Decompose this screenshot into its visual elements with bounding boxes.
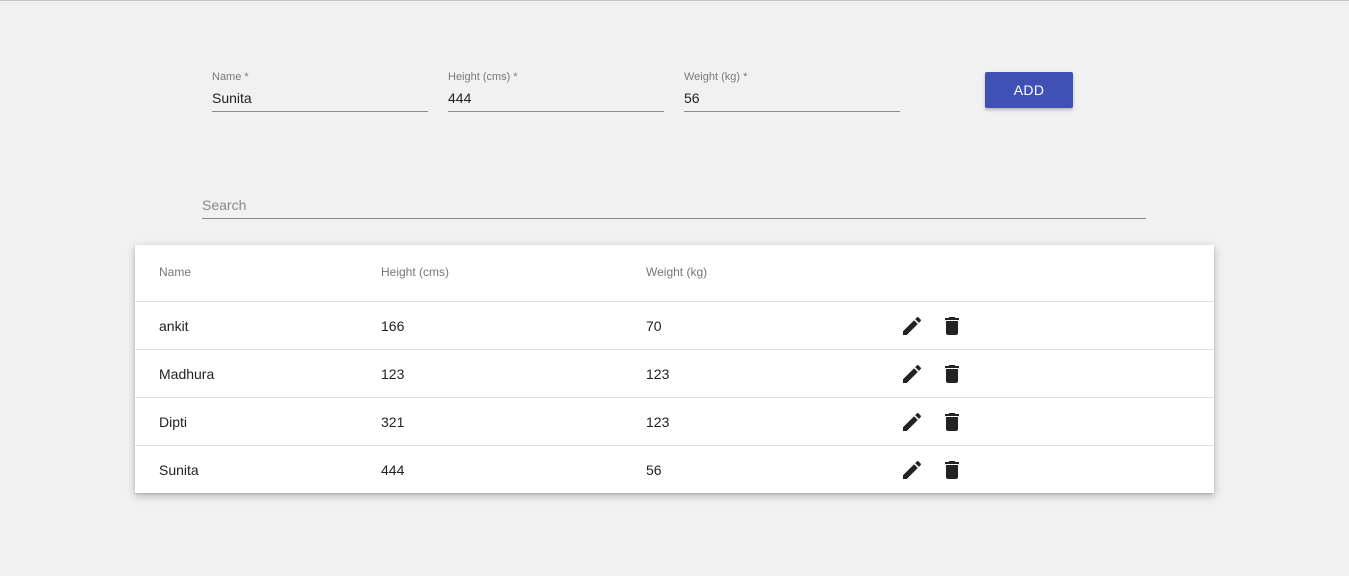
weight-field-label: Weight (kg) * xyxy=(684,71,748,83)
table-row: Madhura 123 123 xyxy=(135,349,1214,397)
cell-name: Dipti xyxy=(159,414,188,430)
cell-name: Sunita xyxy=(159,462,199,478)
height-field-label: Height (cms) * xyxy=(448,71,518,83)
height-field: Height (cms) * xyxy=(448,71,664,112)
edit-icon[interactable] xyxy=(900,410,924,434)
edit-icon[interactable] xyxy=(900,314,924,338)
name-input[interactable] xyxy=(212,89,428,107)
cell-height: 166 xyxy=(381,318,405,334)
cell-height: 321 xyxy=(381,414,405,430)
cell-weight: 123 xyxy=(646,366,670,382)
header-name: Name xyxy=(159,265,192,279)
cell-weight: 123 xyxy=(646,414,670,430)
table-row: Sunita 444 56 xyxy=(135,445,1214,493)
cell-height: 123 xyxy=(381,366,405,382)
search-field xyxy=(202,193,1146,219)
header-height: Height (cms) xyxy=(381,265,450,279)
search-input[interactable] xyxy=(202,195,1146,215)
table-row: Dipti 321 123 xyxy=(135,397,1214,445)
height-input[interactable] xyxy=(448,89,664,107)
edit-icon[interactable] xyxy=(900,458,924,482)
delete-icon[interactable] xyxy=(940,314,964,338)
edit-icon[interactable] xyxy=(900,362,924,386)
weight-input[interactable] xyxy=(684,89,900,107)
cell-weight: 70 xyxy=(646,318,662,334)
delete-icon[interactable] xyxy=(940,410,964,434)
delete-icon[interactable] xyxy=(940,362,964,386)
data-table: Name Height (cms) Weight (kg) ankit 166 … xyxy=(135,245,1214,493)
weight-field: Weight (kg) * xyxy=(684,71,900,112)
cell-name: ankit xyxy=(159,318,189,334)
table-row: ankit 166 70 xyxy=(135,301,1214,349)
cell-height: 444 xyxy=(381,462,405,478)
delete-icon[interactable] xyxy=(940,458,964,482)
cell-name: Madhura xyxy=(159,366,215,382)
name-field-label: Name * xyxy=(212,71,249,83)
add-button[interactable]: ADD xyxy=(985,72,1073,108)
cell-weight: 56 xyxy=(646,462,662,478)
name-field: Name * xyxy=(212,71,428,112)
table-header: Name Height (cms) Weight (kg) xyxy=(135,245,1214,301)
header-weight: Weight (kg) xyxy=(646,265,708,279)
